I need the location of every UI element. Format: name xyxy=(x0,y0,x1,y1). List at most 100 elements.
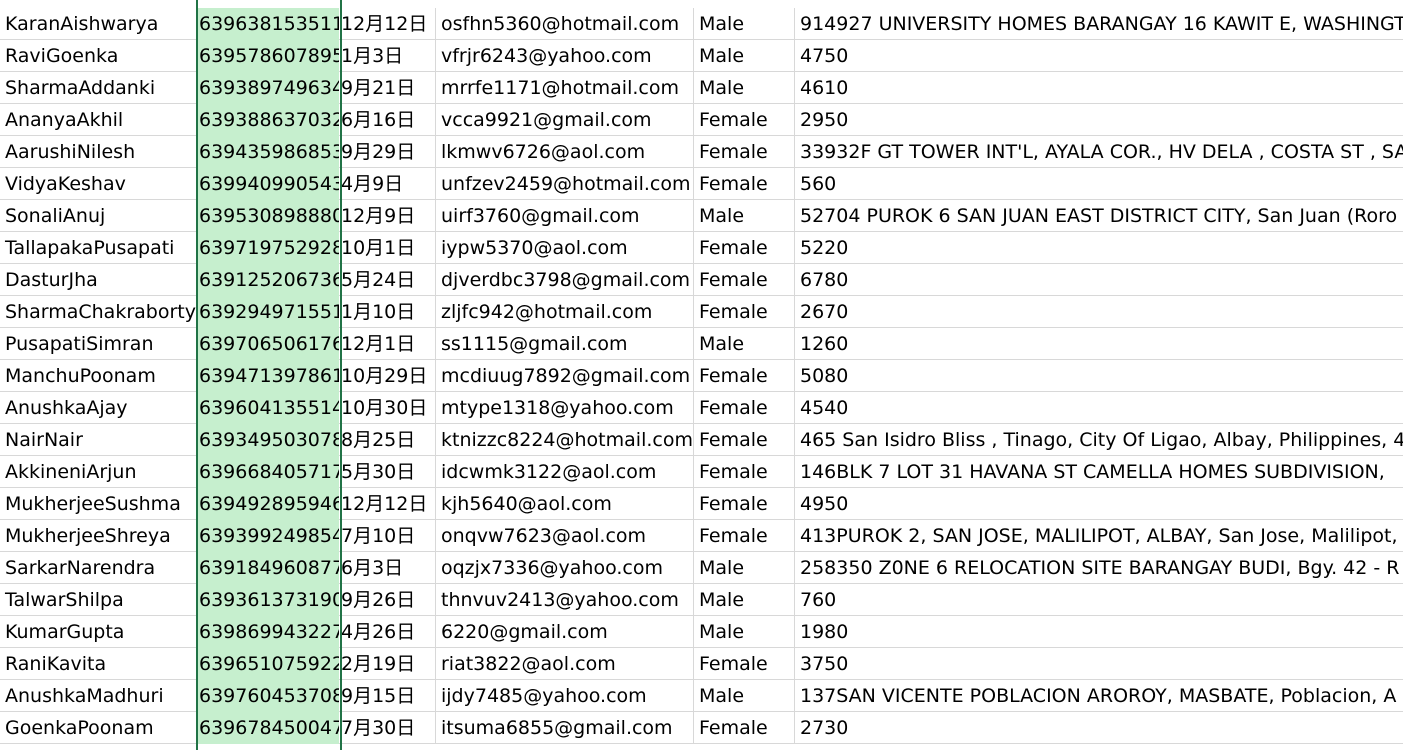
cell-email[interactable]: oqzjx7336@yahoo.com xyxy=(436,552,694,584)
cell-gender[interactable]: Female xyxy=(694,104,795,136)
cell-gender[interactable]: Female xyxy=(694,168,795,200)
cell-date[interactable]: 9月26日 xyxy=(339,584,436,616)
cell-email[interactable]: riat3822@aol.com xyxy=(436,648,694,680)
cell-phone[interactable]: 639719752928 xyxy=(197,232,339,264)
cell-name[interactable]: GoenkaPoonam xyxy=(0,712,197,744)
cell-name[interactable]: KaranAishwarya xyxy=(0,8,197,40)
cell-phone[interactable]: 639678450047 xyxy=(197,712,339,744)
cell-gender[interactable]: Female xyxy=(694,360,795,392)
cell-name[interactable]: TallapakaPusapati xyxy=(0,232,197,264)
cell-name[interactable]: MukherjeeSushma xyxy=(0,488,197,520)
cell-phone[interactable]: 639389749634 xyxy=(197,72,339,104)
cell-address[interactable]: 914927 UNIVERSITY HOMES BARANGAY 16 KAWI… xyxy=(795,8,1403,40)
cell-phone[interactable]: 639471397861 xyxy=(197,360,339,392)
cell-phone[interactable]: 639435986853 xyxy=(197,136,339,168)
cell-date[interactable]: 2月19日 xyxy=(339,648,436,680)
cell-gender[interactable]: Female xyxy=(694,424,795,456)
cell-gender[interactable]: Female xyxy=(694,488,795,520)
cell-address[interactable]: 1980 xyxy=(795,616,1403,648)
cell-phone[interactable]: 639651075922 xyxy=(197,648,339,680)
cell-date[interactable]: 12月12日 xyxy=(339,488,436,520)
cell-gender[interactable]: Female xyxy=(694,712,795,744)
cell-gender[interactable]: Female xyxy=(694,392,795,424)
cell-date[interactable]: 6月16日 xyxy=(339,104,436,136)
cell-date[interactable]: 7月30日 xyxy=(339,712,436,744)
cell-address[interactable]: 5080 xyxy=(795,360,1403,392)
cell-address[interactable]: 52704 PUROK 6 SAN JUAN EAST DISTRICT CIT… xyxy=(795,200,1403,232)
cell-name[interactable]: SharmaChakraborty xyxy=(0,296,197,328)
cell-date[interactable]: 10月29日 xyxy=(339,360,436,392)
cell-address[interactable]: 5220 xyxy=(795,232,1403,264)
cell-gender[interactable]: Male xyxy=(694,328,795,360)
cell-email[interactable]: ijdy7485@yahoo.com xyxy=(436,680,694,712)
cell-address[interactable]: 760 xyxy=(795,584,1403,616)
cell-gender[interactable]: Male xyxy=(694,40,795,72)
cell-date[interactable]: 1月10日 xyxy=(339,296,436,328)
cell-email[interactable]: iypw5370@aol.com xyxy=(436,232,694,264)
cell-email[interactable]: vcca9921@gmail.com xyxy=(436,104,694,136)
cell-email[interactable]: 6220@gmail.com xyxy=(436,616,694,648)
cell-phone[interactable]: 639604135514 xyxy=(197,392,339,424)
cell-address[interactable]: 413PUROK 2, SAN JOSE, MALILIPOT, ALBAY, … xyxy=(795,520,1403,552)
cell-name[interactable]: NairNair xyxy=(0,424,197,456)
cell-address[interactable]: 1260 xyxy=(795,328,1403,360)
cell-phone[interactable]: 639869943227 xyxy=(197,616,339,648)
cell-email[interactable]: vfrjr6243@yahoo.com xyxy=(436,40,694,72)
cell-date[interactable]: 12月1日 xyxy=(339,328,436,360)
cell-phone[interactable]: 639349503078 xyxy=(197,424,339,456)
cell-gender[interactable]: Male xyxy=(694,72,795,104)
cell-address[interactable]: 137SAN VICENTE POBLACION AROROY, MASBATE… xyxy=(795,680,1403,712)
cell-phone[interactable]: 639388637032 xyxy=(197,104,339,136)
cell-address[interactable]: 33932F GT TOWER INT'L, AYALA COR., HV DE… xyxy=(795,136,1403,168)
cell-email[interactable]: idcwmk3122@aol.com xyxy=(436,456,694,488)
cell-email[interactable]: ss1115@gmail.com xyxy=(436,328,694,360)
cell-name[interactable]: AnushkaAjay xyxy=(0,392,197,424)
cell-phone[interactable]: 639492895946 xyxy=(197,488,339,520)
cell-gender[interactable]: Female xyxy=(694,520,795,552)
cell-gender[interactable]: Male xyxy=(694,584,795,616)
cell-name[interactable]: MukherjeeShreya xyxy=(0,520,197,552)
cell-date[interactable]: 1月3日 xyxy=(339,40,436,72)
cell-phone[interactable]: 639294971551 xyxy=(197,296,339,328)
cell-email[interactable]: itsuma6855@gmail.com xyxy=(436,712,694,744)
cell-date[interactable]: 9月21日 xyxy=(339,72,436,104)
cell-address[interactable]: 2730 xyxy=(795,712,1403,744)
cell-email[interactable]: mrrfe1171@hotmail.com xyxy=(436,72,694,104)
cell-gender[interactable]: Male xyxy=(694,680,795,712)
cell-date[interactable]: 4月26日 xyxy=(339,616,436,648)
cell-phone[interactable]: 639940990543 xyxy=(197,168,339,200)
cell-phone[interactable]: 639399249854 xyxy=(197,520,339,552)
cell-gender[interactable]: Female xyxy=(694,136,795,168)
cell-gender[interactable]: Male xyxy=(694,552,795,584)
cell-date[interactable]: 9月15日 xyxy=(339,680,436,712)
cell-name[interactable]: TalwarShilpa xyxy=(0,584,197,616)
cell-gender[interactable]: Female xyxy=(694,456,795,488)
cell-name[interactable]: RaviGoenka xyxy=(0,40,197,72)
cell-email[interactable]: djverdbc3798@gmail.com xyxy=(436,264,694,296)
cell-email[interactable]: kjh5640@aol.com xyxy=(436,488,694,520)
cell-name[interactable]: SarkarNarendra xyxy=(0,552,197,584)
cell-name[interactable]: KumarGupta xyxy=(0,616,197,648)
cell-gender[interactable]: Female xyxy=(694,648,795,680)
cell-gender[interactable]: Female xyxy=(694,264,795,296)
cell-phone[interactable]: 639184960877 xyxy=(197,552,339,584)
cell-name[interactable]: VidyaKeshav xyxy=(0,168,197,200)
cell-date[interactable]: 10月1日 xyxy=(339,232,436,264)
cell-date[interactable]: 9月29日 xyxy=(339,136,436,168)
cell-address[interactable]: 146BLK 7 LOT 31 HAVANA ST CAMELLA HOMES … xyxy=(795,456,1403,488)
cell-date[interactable]: 12月9日 xyxy=(339,200,436,232)
cell-phone[interactable]: 639125206736 xyxy=(197,264,339,296)
cell-address[interactable]: 2950 xyxy=(795,104,1403,136)
cell-date[interactable]: 5月30日 xyxy=(339,456,436,488)
cell-date[interactable]: 8月25日 xyxy=(339,424,436,456)
cell-name[interactable]: AkkineniArjun xyxy=(0,456,197,488)
cell-date[interactable]: 10月30日 xyxy=(339,392,436,424)
cell-name[interactable]: SonaliAnuj xyxy=(0,200,197,232)
cell-email[interactable]: lkmwv6726@aol.com xyxy=(436,136,694,168)
cell-gender[interactable]: Female xyxy=(694,296,795,328)
cell-address[interactable]: 3750 xyxy=(795,648,1403,680)
cell-address[interactable]: 465 San Isidro Bliss , Tinago, City Of L… xyxy=(795,424,1403,456)
cell-gender[interactable]: Male xyxy=(694,616,795,648)
cell-date[interactable]: 5月24日 xyxy=(339,264,436,296)
cell-name[interactable]: RaniKavita xyxy=(0,648,197,680)
